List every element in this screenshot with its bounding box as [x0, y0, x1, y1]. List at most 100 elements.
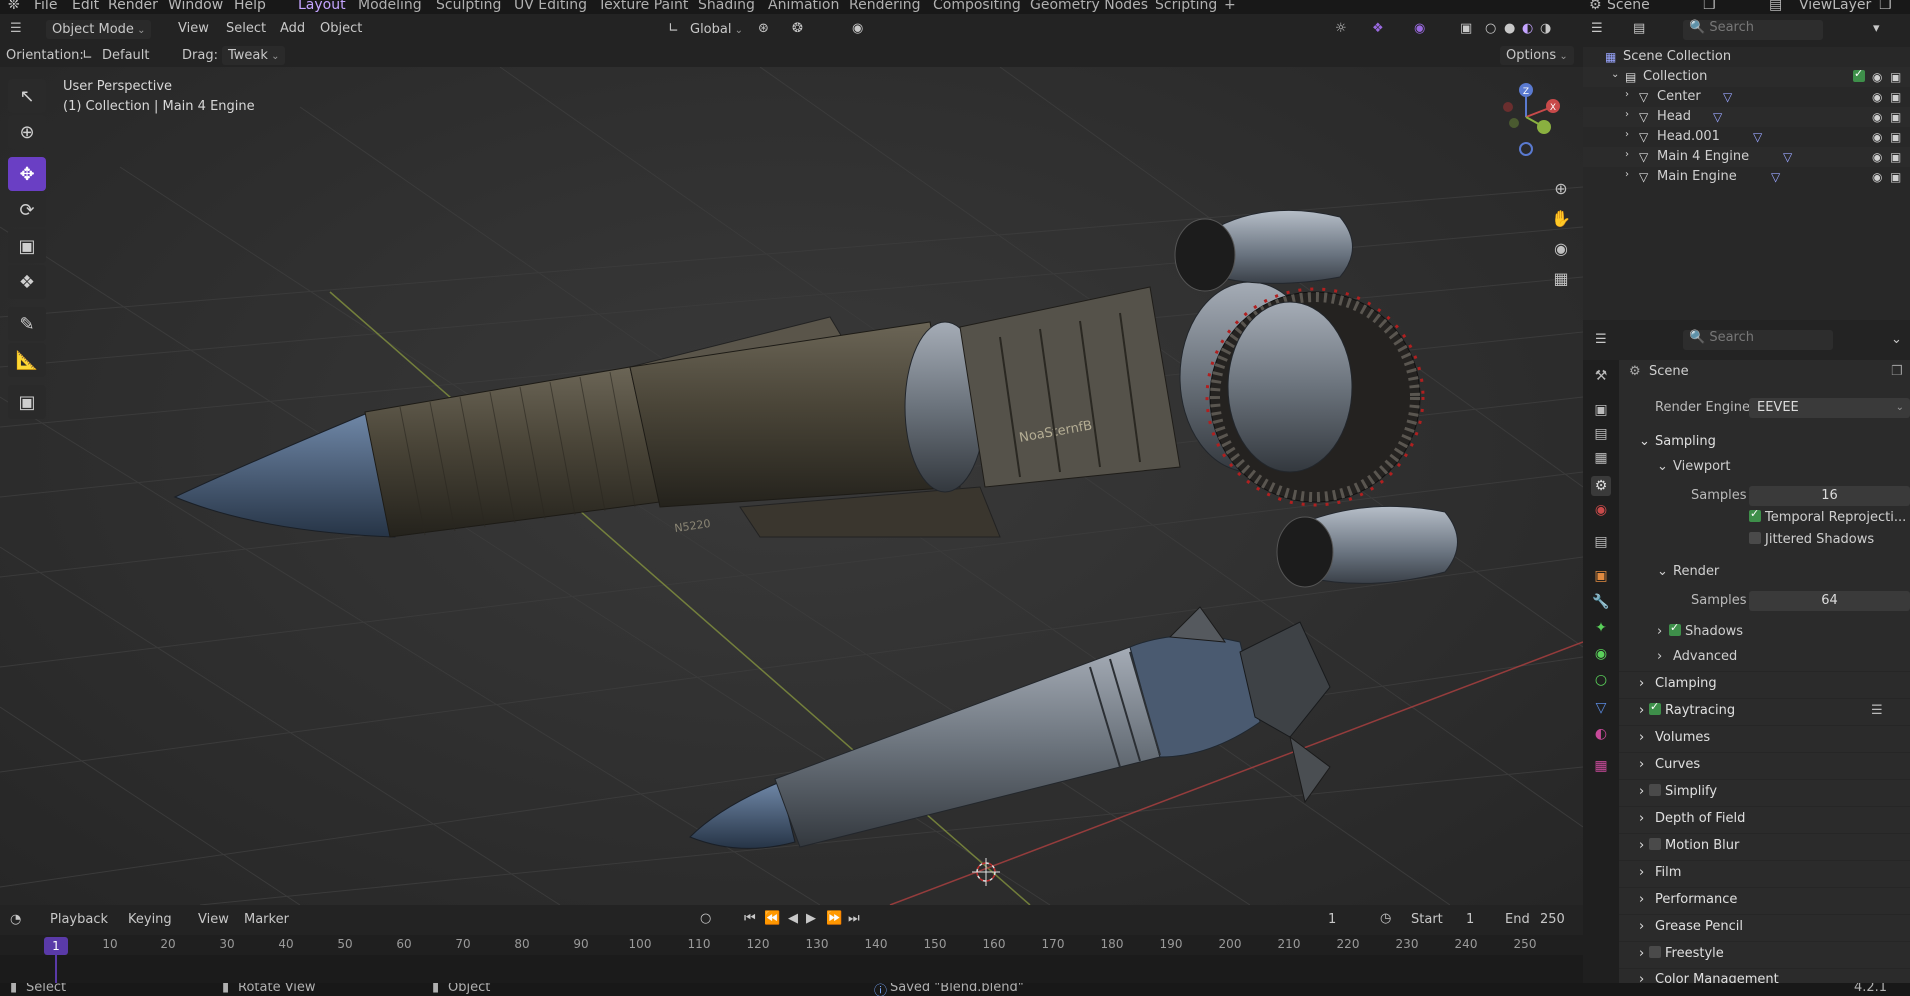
expand-chevron-icon[interactable]: ›	[1625, 149, 1629, 160]
section-chevron-icon[interactable]: ›	[1639, 784, 1644, 799]
zoom-icon[interactable]: ⊕	[1548, 175, 1574, 201]
outliner[interactable]: ▦ Scene Collection ⌄ ▤ Collection ◉ ▣ › …	[1583, 47, 1910, 320]
properties-editor-icon[interactable]: ☰	[1595, 332, 1607, 347]
visibility-icon[interactable]: ☼	[1335, 21, 1347, 36]
collection-exclude-checkbox[interactable]	[1853, 67, 1865, 82]
tab-uv-editing[interactable]: UV Editing	[514, 0, 587, 13]
scale-tool-icon[interactable]: ▣	[8, 229, 46, 263]
simplify-panel-header[interactable]: Simplify	[1649, 784, 1717, 799]
viewport-subpanel-header[interactable]: Viewport	[1673, 459, 1731, 474]
properties-search-input[interactable]: 🔍 Search	[1683, 330, 1833, 350]
tab-shading[interactable]: Shading	[698, 0, 755, 13]
section-chevron-icon[interactable]: ›	[1639, 838, 1644, 853]
outliner-row-object[interactable]: › ▽ Main 4 Engine ▽ ◉ ▣	[1583, 147, 1910, 167]
eye-icon[interactable]: ◉	[1872, 70, 1882, 84]
tab-sculpting[interactable]: Sculpting	[436, 0, 501, 13]
scene-tab-icon[interactable]: ⚙	[1591, 476, 1611, 496]
tab-texture-paint[interactable]: Texture Paint	[598, 0, 688, 13]
3d-viewport[interactable]: N5220 NoaSternfB User Perspective (1) Co…	[0, 67, 1583, 905]
grease-pencil-panel-header[interactable]: Grease Pencil	[1655, 919, 1743, 934]
status-message[interactable]: Saved "Blend.blend"	[890, 983, 1024, 995]
render-samples-field[interactable]: 64	[1749, 591, 1910, 611]
navigation-gizmo[interactable]: Z X	[1494, 77, 1564, 163]
scene-pin-icon[interactable]: ❒	[1703, 0, 1716, 13]
expand-chevron-icon[interactable]: ›	[1625, 89, 1629, 100]
output-tab-icon[interactable]: ▤	[1591, 424, 1611, 444]
outliner-display-mode-icon[interactable]: ▤	[1633, 21, 1645, 36]
eye-icon[interactable]: ◉	[1872, 130, 1882, 144]
xray-icon[interactable]: ▣	[1460, 21, 1472, 36]
timeline-keying-menu[interactable]: Keying	[128, 912, 172, 927]
properties-options-icon[interactable]: ⌄	[1891, 332, 1902, 347]
menu-edit[interactable]: Edit	[72, 0, 99, 13]
perspective-toggle-icon[interactable]: ▦	[1548, 265, 1574, 291]
preview-range-icon[interactable]: ◷	[1380, 911, 1391, 926]
editor-type-icon[interactable]: ☰	[10, 21, 22, 36]
section-chevron-icon[interactable]: ›	[1639, 703, 1644, 718]
jump-keyframe-back-icon[interactable]: ⏪	[764, 911, 780, 926]
start-frame-field[interactable]: 1	[1466, 912, 1474, 927]
render-engine-dropdown[interactable]: EEVEE ⌄	[1749, 398, 1910, 418]
freestyle-panel-header[interactable]: Freestyle	[1649, 946, 1724, 961]
menu-object[interactable]: Object	[320, 21, 362, 36]
camera-icon[interactable]: ▣	[1890, 110, 1901, 124]
collection-tab-icon[interactable]: ▤	[1591, 532, 1611, 552]
sampling-chevron-icon[interactable]: ⌄	[1639, 434, 1650, 449]
raytracing-panel-header[interactable]: Raytracing	[1649, 700, 1735, 718]
shading-material-icon[interactable]: ◐	[1522, 21, 1533, 36]
film-panel-header[interactable]: Film	[1655, 865, 1681, 880]
advanced-subpanel-header[interactable]: Advanced	[1673, 649, 1737, 664]
render-chevron-icon[interactable]: ⌄	[1657, 564, 1668, 579]
object-mode-dropdown[interactable]: Object Mode	[46, 20, 152, 39]
outliner-row-object[interactable]: › ▽ Center ▽ ◉ ▣	[1583, 87, 1910, 107]
eye-icon[interactable]: ◉	[1872, 170, 1882, 184]
measure-tool-icon[interactable]: 📐	[8, 343, 46, 377]
transform-orientation-dropdown[interactable]: Global	[684, 20, 749, 39]
menu-view[interactable]: View	[178, 21, 209, 36]
temporal-reprojection-checkbox[interactable]: Temporal Reprojecti...	[1749, 507, 1906, 525]
eye-icon[interactable]: ◉	[1872, 90, 1882, 104]
small-rocket-model[interactable]	[689, 606, 1331, 849]
move-tool-icon[interactable]: ✥	[8, 157, 46, 191]
rotate-tool-icon[interactable]: ⟳	[8, 193, 46, 227]
camera-icon[interactable]: ▣	[1890, 70, 1901, 84]
tab-animation[interactable]: Animation	[768, 0, 839, 13]
transform-tool-icon[interactable]: ❖	[8, 265, 46, 299]
menu-add[interactable]: Add	[280, 21, 305, 36]
expand-chevron-icon[interactable]: ›	[1625, 109, 1629, 120]
overlay-toggle-icon[interactable]: ◉	[1414, 21, 1425, 36]
section-chevron-icon[interactable]: ›	[1639, 730, 1644, 745]
3d-cursor[interactable]	[972, 858, 1000, 886]
play-reverse-icon[interactable]: ◀	[788, 911, 798, 926]
gizmo-toggle-icon[interactable]: ❖	[1372, 21, 1384, 36]
tab-rendering[interactable]: Rendering	[849, 0, 921, 13]
section-chevron-icon[interactable]: ›	[1639, 811, 1644, 826]
modifier-tab-icon[interactable]: 🔧	[1591, 592, 1611, 612]
tab-scripting[interactable]: Scripting	[1155, 0, 1217, 13]
object-tab-icon[interactable]: ▣	[1591, 566, 1611, 586]
properties-panel[interactable]: ⚙ Scene ❒ Render Engine EEVEE ⌄ ⌄ Samplin…	[1619, 360, 1910, 983]
blender-logo-icon[interactable]: ❊	[8, 0, 20, 13]
timeline-track-area[interactable]	[0, 955, 1583, 983]
render-tab-icon[interactable]: ▣	[1591, 400, 1611, 420]
sampling-panel-header[interactable]: Sampling	[1655, 434, 1716, 449]
camera-icon[interactable]: ▣	[1890, 130, 1901, 144]
performance-panel-header[interactable]: Performance	[1655, 892, 1737, 907]
viewport-chevron-icon[interactable]: ⌄	[1657, 459, 1668, 474]
section-chevron-icon[interactable]: ›	[1639, 676, 1644, 691]
collapse-chevron-icon[interactable]: ⌄	[1611, 69, 1619, 80]
outliner-search-input[interactable]: 🔍 Search	[1683, 20, 1823, 40]
gizmo-y-icon[interactable]	[1537, 120, 1551, 134]
section-chevron-icon[interactable]: ›	[1639, 892, 1644, 907]
select-tool-icon[interactable]: ↖	[8, 79, 46, 113]
shading-solid-icon[interactable]: ●	[1504, 21, 1515, 36]
data-tab-icon[interactable]: ▽	[1591, 698, 1611, 718]
camera-view-icon[interactable]: ◉	[1548, 235, 1574, 261]
view-layer-name[interactable]: ViewLayer	[1799, 0, 1871, 13]
timeline-marker-menu[interactable]: Marker	[244, 912, 289, 927]
add-workspace-button[interactable]: +	[1224, 0, 1236, 13]
eye-icon[interactable]: ◉	[1872, 110, 1882, 124]
orientation-dropdown[interactable]: Default	[102, 48, 150, 63]
menu-select[interactable]: Select	[226, 21, 266, 36]
options-dropdown[interactable]: Options	[1500, 46, 1574, 65]
